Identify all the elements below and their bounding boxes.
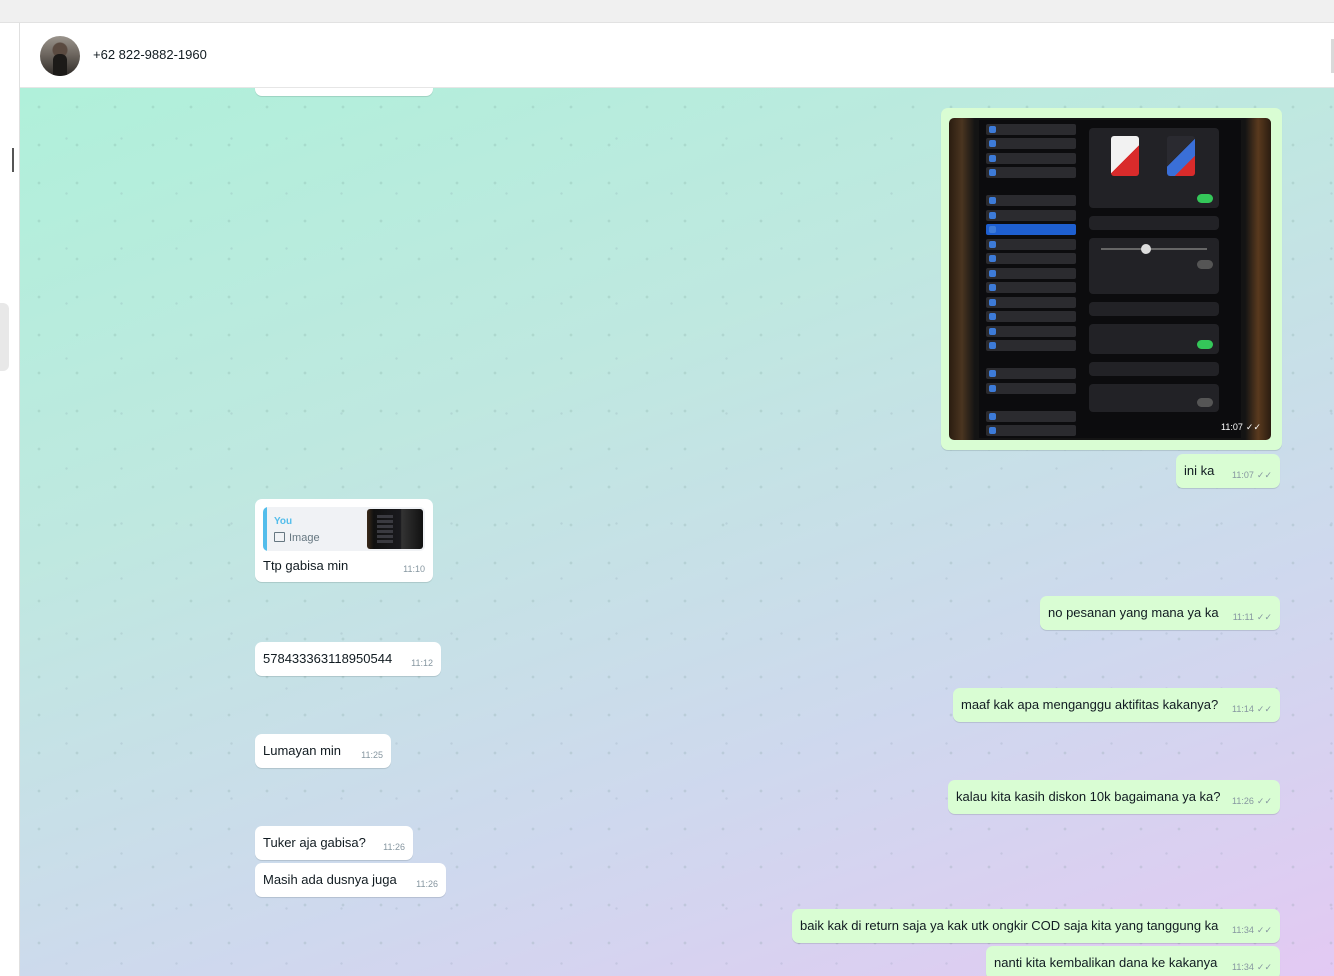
message-bubble[interactable]: no pesanan yang mana ya ka 11:11 ✓✓ [1040, 596, 1280, 630]
message-time: 11:25 [361, 750, 383, 760]
message-time: 11:14 ✓✓ [1232, 701, 1272, 718]
quoted-message[interactable]: You Image [263, 507, 425, 551]
double-check-icon: ✓✓ [1256, 925, 1272, 935]
double-check-icon: ✓✓ [1256, 962, 1272, 972]
message-time: 11:26 [383, 842, 405, 852]
message-time: 11:07 ✓✓ [1232, 467, 1272, 484]
message-text: ini ka [1184, 463, 1215, 478]
message-bubble[interactable]: ini ka 11:07 ✓✓ [1176, 454, 1280, 488]
message-text: kalau kita kasih diskon 10k bagaimana ya… [956, 789, 1221, 804]
photo-ipad-screen [979, 120, 1241, 440]
message-bubble[interactable]: Tuker aja gabisa? 11:26 [255, 826, 413, 860]
message-bubble[interactable]: 578433363118950544 11:12 [255, 642, 441, 676]
message-list[interactable]: 11:07 ✓✓ ini ka 11:07 ✓✓ You Image Ttp gab… [20, 88, 1334, 976]
message-time: 11:34 ✓✓ [1232, 922, 1272, 939]
reply-message-bubble[interactable]: You Image Ttp gabisa min 11:10 [255, 499, 433, 582]
message-text: no pesanan yang mana ya ka [1048, 605, 1219, 620]
photo-settings-panel [1089, 128, 1219, 428]
message-time: 11:11 ✓✓ [1233, 609, 1272, 626]
window-top-bar [0, 0, 1334, 23]
contact-name[interactable]: +62 822-9882-1960 [93, 47, 207, 62]
message-text: Lumayan min [263, 743, 342, 758]
image-timestamp: 11:07 ✓✓ [1221, 419, 1261, 436]
message-time: 11:34 ✓✓ [1232, 959, 1272, 976]
message-text: 578433363118950544 [263, 651, 393, 666]
double-check-icon: ✓✓ [1256, 704, 1272, 714]
resize-handle[interactable] [12, 148, 14, 172]
quoted-author: You [274, 516, 293, 527]
message-bubble[interactable]: kalau kita kasih diskon 10k bagaimana ya… [948, 780, 1280, 814]
message-bubble-partial[interactable] [255, 88, 433, 96]
double-check-icon: ✓✓ [1256, 612, 1272, 622]
message-text: maaf kak apa menganggu aktifitas kakanya… [961, 697, 1219, 712]
double-check-icon: ✓✓ [1245, 422, 1261, 432]
double-check-icon: ✓✓ [1256, 470, 1272, 480]
message-time: 11:10 [403, 564, 425, 574]
message-time: 11:12 [411, 658, 433, 668]
message-bubble[interactable]: Lumayan min 11:25 [255, 734, 391, 768]
quoted-kind: Image [274, 530, 320, 547]
message-bubble[interactable]: nanti kita kembalikan dana ke kakanya 11… [986, 946, 1280, 976]
message-time: 11:26 [416, 879, 438, 889]
message-text: nanti kita kembalikan dana ke kakanya [994, 955, 1218, 970]
message-text: Tuker aja gabisa? [263, 835, 366, 850]
quoted-image-thumbnail [367, 509, 423, 549]
shared-photo[interactable]: 11:07 ✓✓ [949, 118, 1271, 440]
message-bubble[interactable]: maaf kak apa menganggu aktifitas kakanya… [953, 688, 1280, 722]
photo-settings-sidebar [986, 120, 1076, 440]
image-message[interactable]: 11:07 ✓✓ [941, 108, 1282, 450]
left-panel-edge [0, 23, 20, 976]
contact-avatar[interactable] [40, 36, 80, 76]
chat-header[interactable]: +62 822-9882-1960 [20, 23, 1334, 88]
double-check-icon: ✓✓ [1256, 796, 1272, 806]
message-bubble[interactable]: baik kak di return saja ya kak utk ongki… [792, 909, 1280, 943]
message-time: 11:26 ✓✓ [1232, 793, 1272, 810]
panel-tab[interactable] [0, 303, 9, 371]
message-bubble[interactable]: Masih ada dusnya juga 11:26 [255, 863, 446, 897]
image-icon [274, 532, 285, 542]
message-text: Masih ada dusnya juga [263, 872, 397, 887]
message-text: Ttp gabisa min [263, 558, 349, 573]
message-text: baik kak di return saja ya kak utk ongki… [800, 918, 1219, 933]
